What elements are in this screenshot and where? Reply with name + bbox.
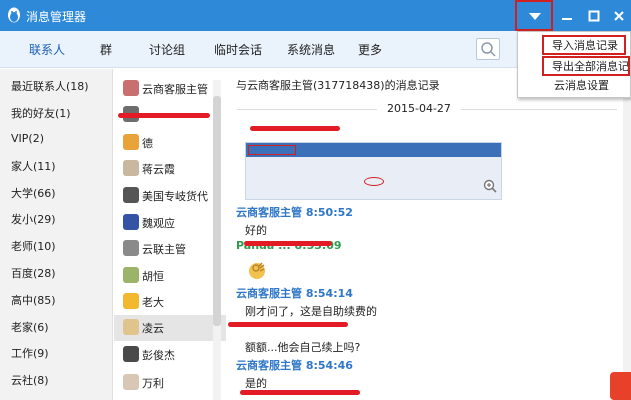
avatar	[123, 240, 139, 256]
contact-item[interactable]: 彭俊杰	[114, 342, 226, 368]
group-item[interactable]: 百度(28)	[11, 265, 56, 281]
message-text: 刚才问了，这是自助续费的	[245, 305, 377, 318]
contact-name: 老大	[142, 296, 164, 309]
avatar	[123, 134, 139, 150]
group-item[interactable]: 最近联系人(18)	[11, 78, 89, 94]
maximize-button[interactable]	[580, 0, 608, 31]
message-text: 是的	[245, 377, 267, 390]
window-title: 消息管理器	[26, 10, 87, 24]
group-item[interactable]: 高中(85)	[11, 292, 56, 308]
avatar	[123, 319, 139, 335]
contact-name: 云商客服主管	[142, 83, 208, 96]
contact-list: 云商客服主管 德 蒋云霞 美国专岐货代 魏观应 云联主管 胡恒 老大 凌云 彭俊…	[114, 69, 226, 400]
contact-item[interactable]: 老大	[114, 289, 226, 315]
message-sender: 云商客服主管 8:54:14	[236, 287, 353, 300]
chat-history: 与云商客服主管(317718438)的消息记录 2015-04-27 云商客服主…	[227, 69, 631, 400]
avatar	[123, 267, 139, 283]
group-item[interactable]: 老师(10)	[11, 238, 56, 254]
message-text: 好的	[245, 224, 267, 237]
contact-item[interactable]: 美国专岐货代	[114, 183, 226, 209]
contact-item[interactable]: 蒋云霞	[114, 156, 226, 182]
dropdown-arrow-icon	[529, 13, 541, 20]
redaction-mark	[244, 241, 332, 246]
image-thumbnail[interactable]	[245, 142, 502, 200]
menu-item-import-records[interactable]: 导入消息记录	[542, 35, 626, 55]
contact-name: 美国专岐货代	[142, 190, 208, 203]
search-icon	[481, 42, 496, 57]
thumbnail-highlight	[248, 145, 296, 155]
title-bar: 消息管理器	[0, 0, 631, 31]
contact-item[interactable]: 魏观应	[114, 210, 226, 236]
ok-hand-emoji-icon	[249, 262, 265, 279]
tab-more[interactable]: 更多	[358, 41, 382, 58]
maximize-icon	[588, 10, 600, 22]
tab-system-messages[interactable]: 系统消息	[287, 41, 335, 58]
contact-name: 凌云	[142, 322, 164, 335]
tab-discussion-groups[interactable]: 讨论组	[149, 41, 185, 58]
avatar	[123, 346, 139, 362]
contact-item[interactable]: 云联主管	[114, 236, 226, 262]
chat-header: 与云商客服主管(317718438)的消息记录	[236, 79, 440, 92]
tab-groups[interactable]: 群	[100, 41, 112, 58]
minimize-button[interactable]	[553, 0, 581, 31]
close-button[interactable]	[606, 0, 631, 31]
group-item[interactable]: 工作(9)	[11, 345, 49, 361]
logo-watermark	[610, 372, 631, 400]
menu-item-export-all-records[interactable]: 导出全部消息记录	[542, 56, 630, 76]
contact-item[interactable]: 凌云	[114, 315, 226, 341]
search-button[interactable]	[476, 38, 500, 60]
group-list: 最近联系人(18) 我的好友(1) VIP(2) 家人(11) 大学(66) 发…	[0, 69, 113, 400]
chat-date: 2015-04-27	[377, 102, 461, 115]
contact-name: 魏观应	[142, 217, 175, 230]
contact-item[interactable]: 云商客服主管	[114, 76, 226, 102]
contact-item[interactable]: 万利	[114, 370, 226, 396]
message-sender: 云商客服主管 8:54:46	[236, 359, 353, 372]
contact-name: 蒋云霞	[142, 163, 175, 176]
dropdown-menu: 导入消息记录 导出全部消息记录 云消息设置	[517, 31, 631, 98]
message-text: 额额...他会自己续上吗?	[245, 341, 361, 354]
redaction-mark	[240, 390, 360, 395]
avatar	[123, 187, 139, 203]
contact-item[interactable]: 胡恒	[114, 263, 226, 289]
avatar	[123, 374, 139, 390]
group-item[interactable]: 大学(66)	[11, 185, 56, 201]
contact-name: 德	[142, 137, 153, 150]
zoom-icon[interactable]	[483, 179, 497, 193]
tab-contacts[interactable]: 联系人	[29, 41, 65, 58]
redaction-mark	[250, 126, 340, 131]
menu-item-cloud-settings[interactable]: 云消息设置	[546, 77, 631, 97]
redaction-mark	[118, 113, 210, 118]
thumbnail-circle-mark	[364, 177, 384, 186]
group-item[interactable]: 老家(6)	[11, 319, 49, 335]
group-item[interactable]: 家人(11)	[11, 158, 56, 174]
menu-dropdown-button[interactable]	[515, 0, 553, 31]
message-sender: 云商客服主管 8:50:52	[236, 206, 353, 219]
contact-item[interactable]: 德	[114, 130, 226, 156]
group-item[interactable]: VIP(2)	[11, 132, 44, 145]
contact-name: 万利	[142, 377, 164, 390]
avatar	[123, 160, 139, 176]
avatar	[123, 214, 139, 230]
group-item[interactable]: 发小(29)	[11, 211, 56, 227]
contact-name: 云联主管	[142, 243, 186, 256]
redaction-mark	[228, 322, 348, 327]
contact-scrollbar-thumb[interactable]	[213, 96, 221, 326]
qq-penguin-icon	[8, 7, 20, 23]
close-icon	[613, 11, 624, 21]
contact-name: 彭俊杰	[142, 349, 175, 362]
minimize-icon	[562, 18, 572, 20]
avatar	[123, 80, 139, 96]
group-item[interactable]: 云社(8)	[11, 372, 49, 388]
group-item[interactable]: 我的好友(1)	[11, 105, 71, 121]
avatar	[123, 293, 139, 309]
chat-scrollbar[interactable]	[623, 96, 631, 400]
contact-name: 胡恒	[142, 270, 164, 283]
tab-temporary-sessions[interactable]: 临时会话	[214, 41, 262, 58]
